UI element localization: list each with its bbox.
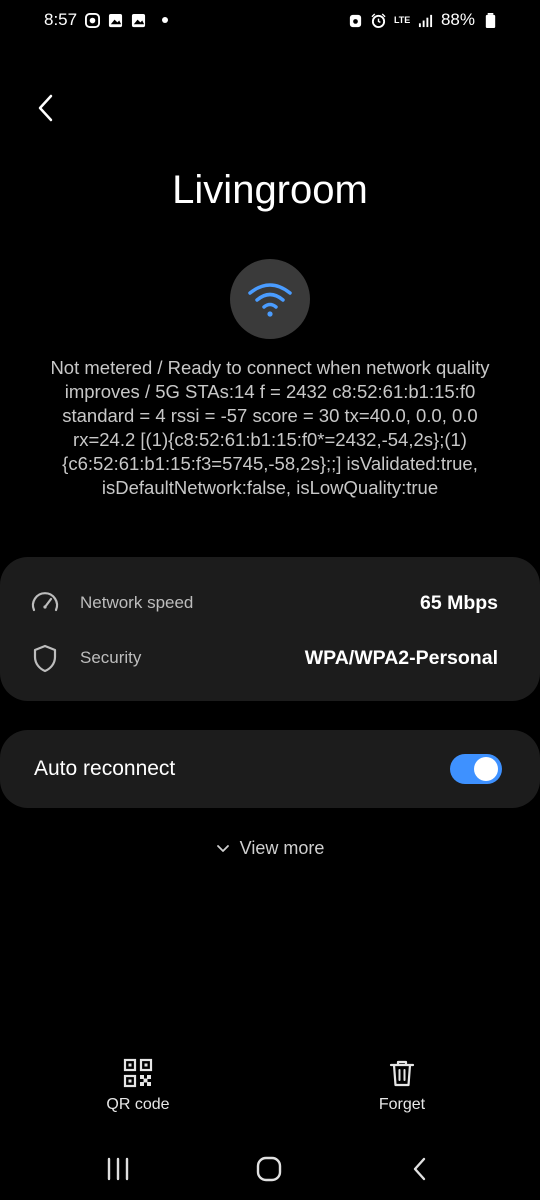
auto-reconnect-row[interactable]: Auto reconnect: [0, 730, 540, 808]
gallery-icon: [109, 13, 123, 27]
toggle-knob: [474, 757, 498, 781]
network-debug-details: Not metered / Ready to connect when netw…: [50, 357, 490, 498]
lock-icon: [349, 14, 362, 27]
notification-app-icon: [85, 12, 101, 28]
system-back-button[interactable]: [400, 1154, 440, 1184]
view-more-button[interactable]: View more: [0, 838, 540, 859]
network-speed-row: Network speed 65 Mbps: [0, 575, 540, 631]
chevron-left-icon: [38, 94, 53, 122]
home-icon: [256, 1156, 282, 1182]
wifi-signal-badge: [230, 259, 310, 339]
battery-percent: 88%: [440, 10, 475, 29]
home-button[interactable]: [249, 1154, 289, 1184]
network-info-card: Network speed 65 Mbps Security WPA/WPA2-…: [0, 557, 540, 701]
battery-icon: [485, 12, 496, 28]
qr-code-button[interactable]: QR code: [68, 1058, 208, 1114]
security-row: Security WPA/WPA2-Personal: [0, 630, 540, 686]
qr-code-label: QR code: [106, 1096, 170, 1113]
chevron-down-icon: [216, 844, 229, 852]
recents-button[interactable]: [98, 1154, 138, 1184]
image-icon: [132, 13, 146, 27]
network-speed-value: 65 Mbps: [419, 591, 498, 614]
alarm-icon: [371, 12, 386, 28]
signal-icon: [418, 14, 433, 27]
speedometer-icon: [31, 592, 59, 612]
network-speed-label: Network speed: [80, 593, 194, 612]
system-navigation-bar: [0, 1140, 540, 1196]
security-value: WPA/WPA2-Personal: [304, 646, 498, 669]
recents-icon: [107, 1157, 129, 1181]
security-label: Security: [80, 648, 142, 667]
qr-code-icon: [123, 1058, 153, 1088]
view-more-label: View more: [239, 838, 325, 858]
trash-icon: [389, 1060, 415, 1087]
status-time: 8:57: [44, 10, 78, 29]
status-bar: 8:57 LTE 88%: [0, 0, 540, 40]
more-notifications-dot: [162, 17, 169, 23]
forget-button[interactable]: Forget: [332, 1058, 472, 1114]
network-name-title: Livingroom: [172, 168, 368, 212]
wifi-icon: [248, 283, 292, 317]
auto-reconnect-toggle[interactable]: [450, 754, 502, 784]
auto-reconnect-label: Auto reconnect: [34, 757, 176, 780]
network-type-label: LTE: [393, 14, 411, 25]
forget-label: Forget: [378, 1096, 426, 1113]
back-button[interactable]: [28, 88, 64, 128]
wifi-network-details-screen: 8:57 LTE 88% Livingroom Not metered / Re…: [0, 0, 540, 1200]
bottom-action-bar: QR code Forget: [0, 1058, 540, 1128]
back-icon: [413, 1157, 426, 1181]
shield-icon: [33, 644, 57, 673]
